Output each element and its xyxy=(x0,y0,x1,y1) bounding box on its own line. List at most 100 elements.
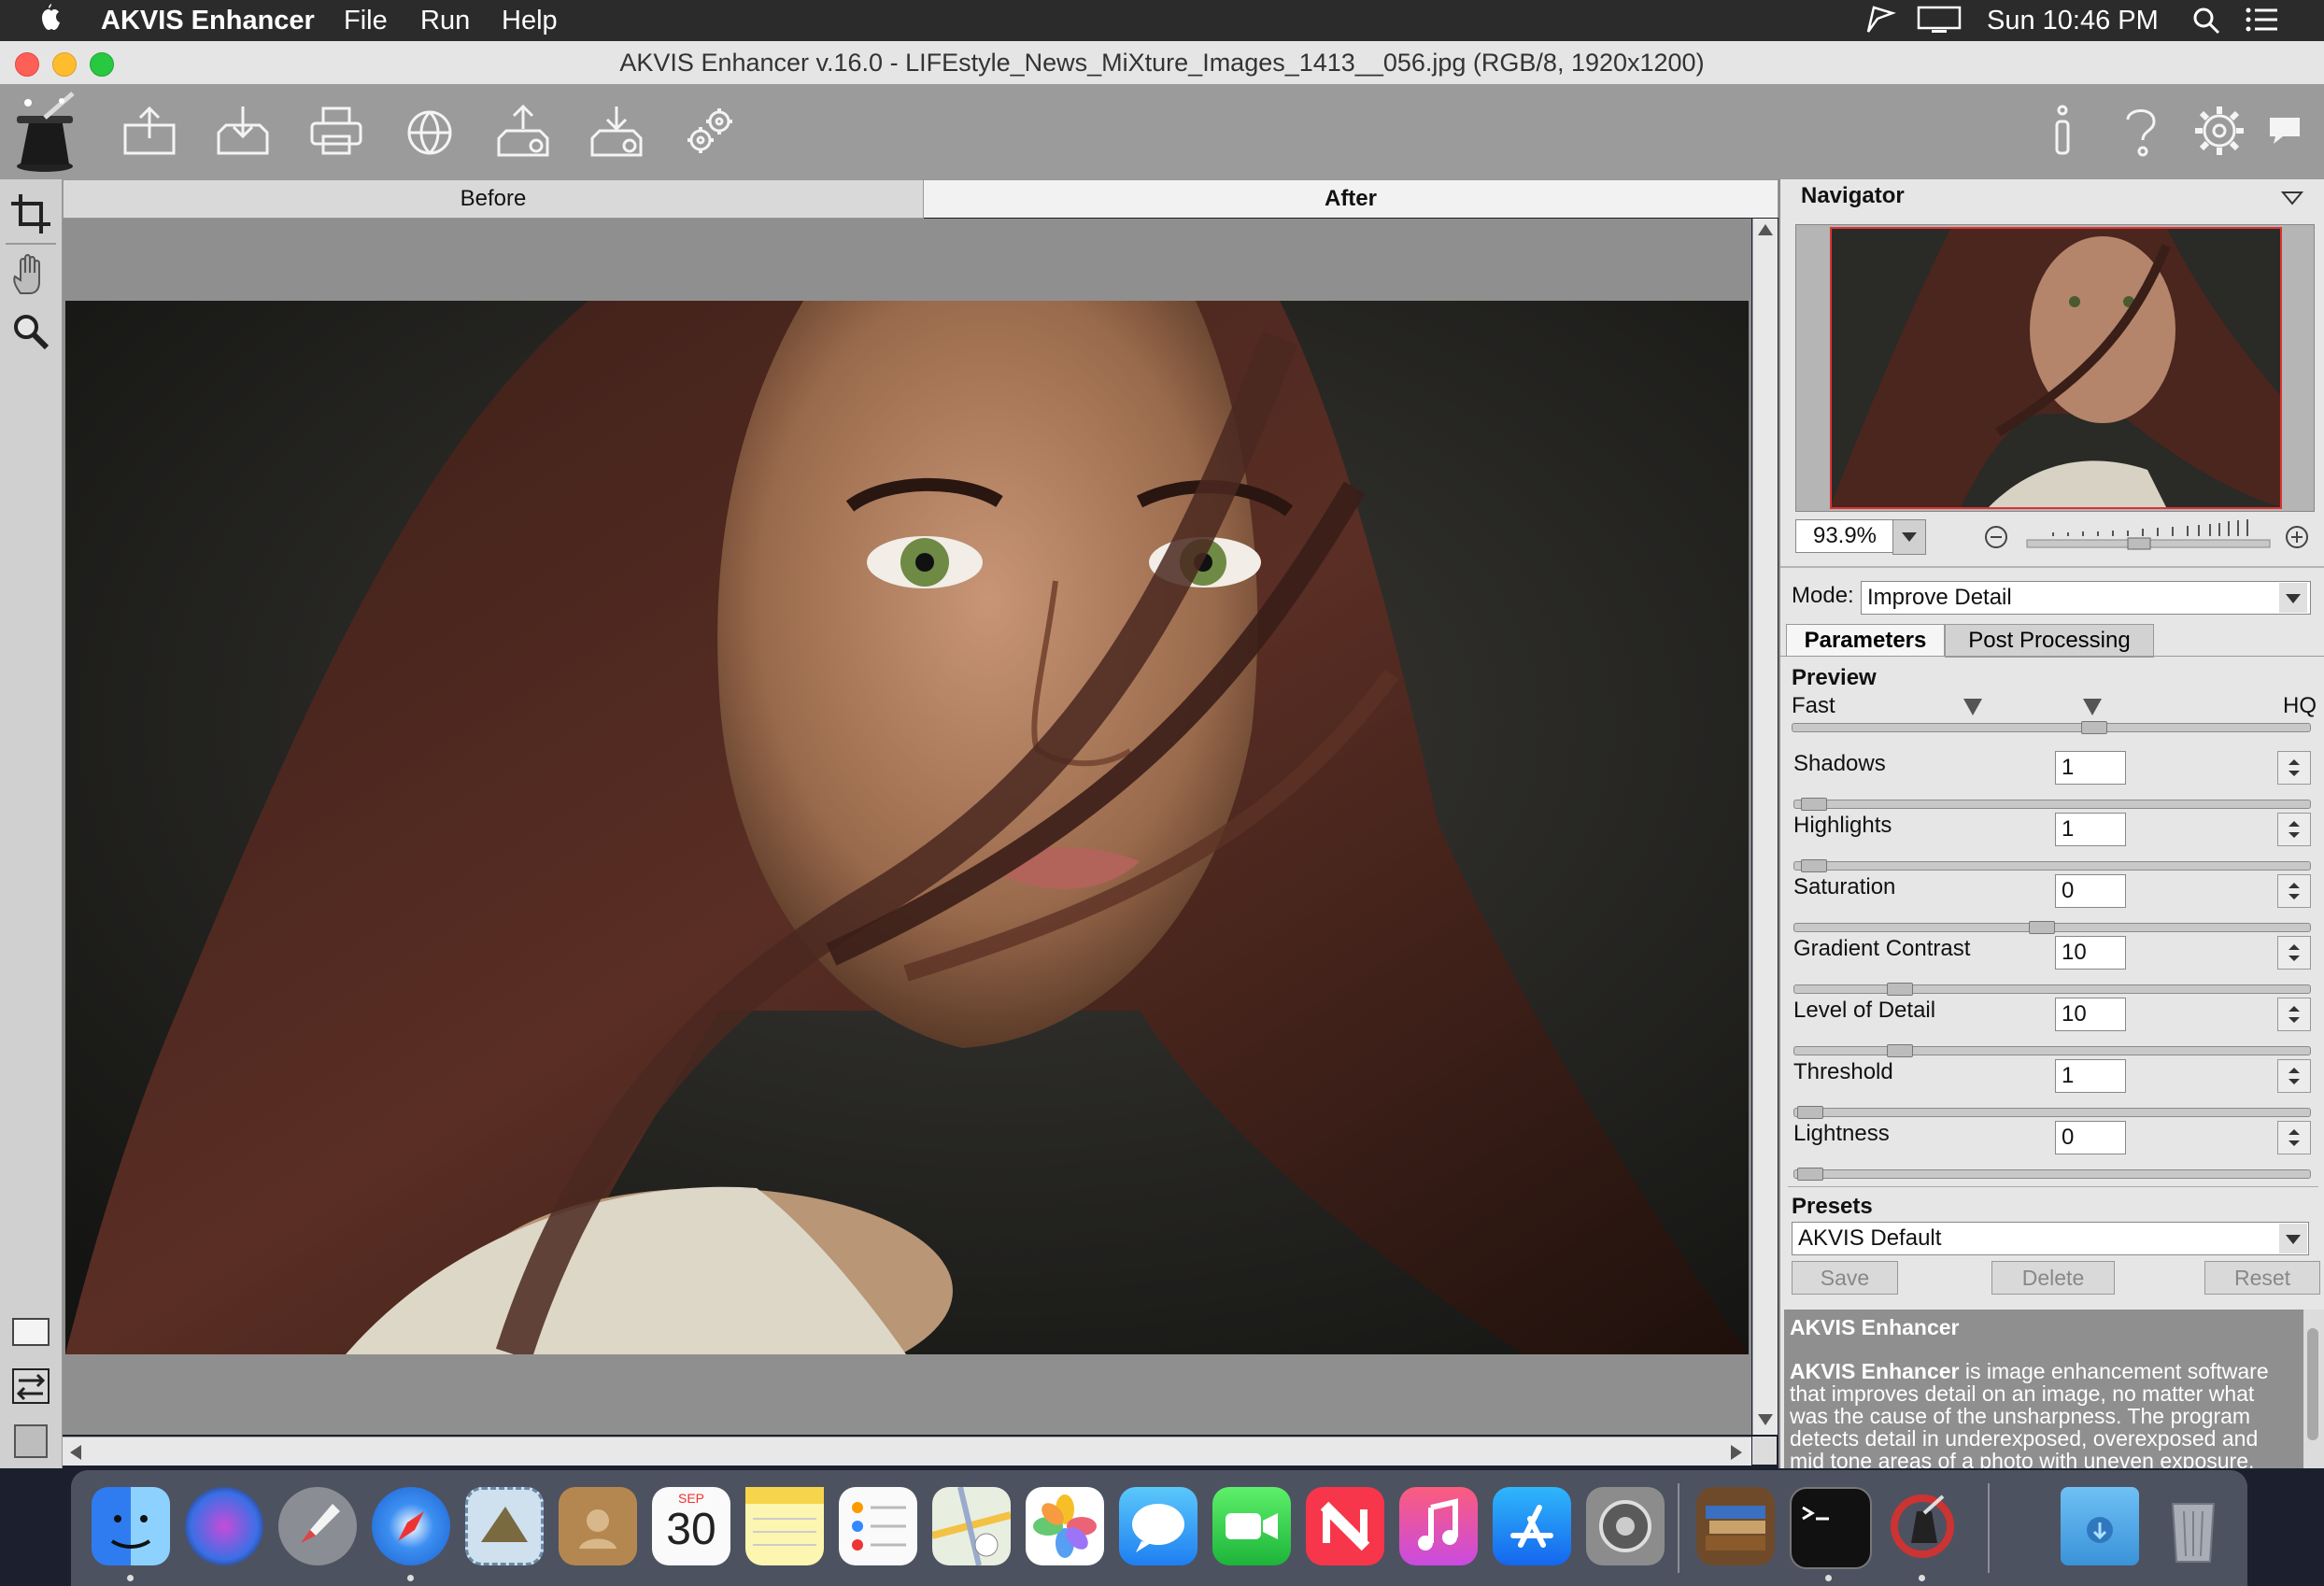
open-icon[interactable] xyxy=(120,101,179,161)
display-icon[interactable] xyxy=(1917,6,1962,34)
highlights-stepper[interactable] xyxy=(2277,813,2311,846)
save-preset-button[interactable]: Save xyxy=(1792,1261,1898,1295)
lightness-slider[interactable] xyxy=(1793,1169,2311,1179)
help-icon[interactable] xyxy=(2111,101,2171,161)
books-stack-icon[interactable] xyxy=(1696,1487,1775,1565)
hints-icon[interactable] xyxy=(2264,101,2324,161)
app-store-icon[interactable] xyxy=(1493,1487,1571,1565)
batch-settings-icon[interactable] xyxy=(680,101,740,161)
info-icon[interactable] xyxy=(2033,101,2092,161)
zoom-in-icon[interactable] xyxy=(2285,525,2309,549)
siri-icon[interactable] xyxy=(185,1487,263,1565)
messages-icon[interactable] xyxy=(1119,1487,1197,1565)
news-icon[interactable] xyxy=(1306,1487,1384,1565)
maps-icon[interactable] xyxy=(932,1487,1011,1565)
level-of-detail-stepper[interactable] xyxy=(2277,998,2311,1031)
contacts-icon[interactable] xyxy=(559,1487,637,1565)
highlights-slider-thumb[interactable] xyxy=(1801,859,1827,872)
vertical-scrollbar[interactable] xyxy=(1752,219,1778,1435)
reminders-icon[interactable] xyxy=(839,1487,917,1565)
mail-icon[interactable] xyxy=(465,1487,544,1565)
param-threshold-input[interactable]: 1 xyxy=(2055,1059,2126,1093)
run-menu[interactable]: Run xyxy=(420,4,470,37)
lightness-stepper[interactable] xyxy=(2277,1121,2311,1154)
hints-scroll-thumb[interactable] xyxy=(2307,1328,2318,1440)
swap-before-after-icon[interactable] xyxy=(9,1366,52,1409)
param-shadows-input[interactable]: 1 xyxy=(2055,751,2126,785)
zoom-slider[interactable] xyxy=(2025,517,2272,553)
zoom-out-icon[interactable] xyxy=(1984,525,2008,549)
param-lightness-input[interactable]: 0 xyxy=(2055,1121,2126,1154)
navigator-view-frame[interactable] xyxy=(1830,227,2282,509)
threshold-slider[interactable] xyxy=(1793,1108,2311,1117)
help-menu[interactable]: Help xyxy=(502,4,558,37)
gradient-contrast-slider[interactable] xyxy=(1793,984,2311,994)
downloads-folder-icon[interactable] xyxy=(2061,1487,2139,1565)
gradient-contrast-stepper[interactable] xyxy=(2277,936,2311,970)
safari-icon[interactable] xyxy=(372,1487,450,1565)
level-of-detail-slider[interactable] xyxy=(1793,1046,2311,1055)
preset-select[interactable]: AKVIS Default xyxy=(1792,1222,2309,1255)
crop-tool-icon[interactable] xyxy=(9,192,52,235)
zoom-tool-icon[interactable] xyxy=(9,310,52,353)
delete-preset-button[interactable]: Delete xyxy=(1991,1261,2115,1295)
akvis-enhancer-dock-icon[interactable] xyxy=(1883,1487,1962,1565)
tab-before[interactable]: Before xyxy=(63,179,924,219)
param-saturation-input[interactable]: 0 xyxy=(2055,874,2126,908)
collapse-navigator-icon[interactable] xyxy=(2281,191,2303,205)
param-highlights-input[interactable]: 1 xyxy=(2055,813,2126,846)
facetime-icon[interactable] xyxy=(1212,1487,1291,1565)
threshold-stepper[interactable] xyxy=(2277,1059,2311,1093)
photos-icon[interactable] xyxy=(1026,1487,1104,1565)
param-gradient-contrast-input[interactable]: 10 xyxy=(2055,936,2126,970)
preview-quality-thumb[interactable] xyxy=(2081,721,2107,734)
shadows-stepper[interactable] xyxy=(2277,751,2311,785)
notes-icon[interactable] xyxy=(745,1487,824,1565)
tab-parameters[interactable]: Parameters xyxy=(1786,624,1945,657)
share-icon[interactable] xyxy=(400,101,460,161)
hints-scrollbar[interactable] xyxy=(2303,1310,2324,1468)
gradient-contrast-slider-thumb[interactable] xyxy=(1887,983,1913,996)
single-view-icon[interactable] xyxy=(9,1311,52,1354)
terminal-icon[interactable] xyxy=(1790,1487,1872,1569)
apple-icon[interactable] xyxy=(35,4,64,35)
lightness-slider-thumb[interactable] xyxy=(1797,1168,1823,1181)
mode-select[interactable]: Improve Detail xyxy=(1861,581,2311,615)
reset-button[interactable]: Reset xyxy=(2204,1261,2320,1295)
shadows-slider-thumb[interactable] xyxy=(1801,798,1827,811)
param-level-of-detail-input[interactable]: 10 xyxy=(2055,998,2126,1031)
tab-post-processing[interactable]: Post Processing xyxy=(1945,624,2154,658)
preview-quality-slider[interactable] xyxy=(1792,723,2311,732)
zoom-dropdown-button[interactable] xyxy=(1892,519,1926,555)
finder-icon[interactable] xyxy=(92,1487,170,1565)
music-icon[interactable] xyxy=(1399,1487,1478,1565)
notification-center-icon[interactable] xyxy=(2246,6,2279,34)
saturation-stepper[interactable] xyxy=(2277,874,2311,908)
system-preferences-icon[interactable] xyxy=(1586,1487,1665,1565)
split-view-icon[interactable] xyxy=(9,1420,52,1463)
app-menu[interactable]: AKVIS Enhancer xyxy=(101,4,315,37)
zoom-field[interactable]: 93.9% xyxy=(1795,519,1894,553)
launchpad-icon[interactable] xyxy=(278,1487,357,1565)
tab-after[interactable]: After xyxy=(923,179,1778,218)
file-menu[interactable]: File xyxy=(344,4,388,37)
hand-tool-icon[interactable] xyxy=(9,252,52,295)
calendar-icon[interactable]: SEP 30 xyxy=(652,1487,730,1565)
level-of-detail-slider-thumb[interactable] xyxy=(1887,1044,1913,1057)
mode-dropdown-icon[interactable] xyxy=(2279,583,2307,613)
save-icon[interactable] xyxy=(213,101,273,161)
highlights-slider[interactable] xyxy=(1793,861,2311,871)
saturation-slider-thumb[interactable] xyxy=(2029,921,2055,934)
export-preset-icon[interactable] xyxy=(587,101,646,161)
print-icon[interactable] xyxy=(306,101,366,161)
navigator-preview[interactable] xyxy=(1795,224,2315,512)
trash-icon[interactable] xyxy=(2154,1487,2232,1565)
flag-icon[interactable] xyxy=(1864,6,1896,34)
preset-dropdown-icon[interactable] xyxy=(2279,1224,2307,1253)
shadows-slider[interactable] xyxy=(1793,800,2311,809)
horizontal-scrollbar[interactable] xyxy=(63,1437,1751,1466)
threshold-slider-thumb[interactable] xyxy=(1797,1106,1823,1119)
preferences-icon[interactable] xyxy=(2189,101,2249,161)
menubar-clock[interactable]: Sun 10:46 PM xyxy=(1987,4,2159,37)
import-preset-icon[interactable] xyxy=(493,101,553,161)
